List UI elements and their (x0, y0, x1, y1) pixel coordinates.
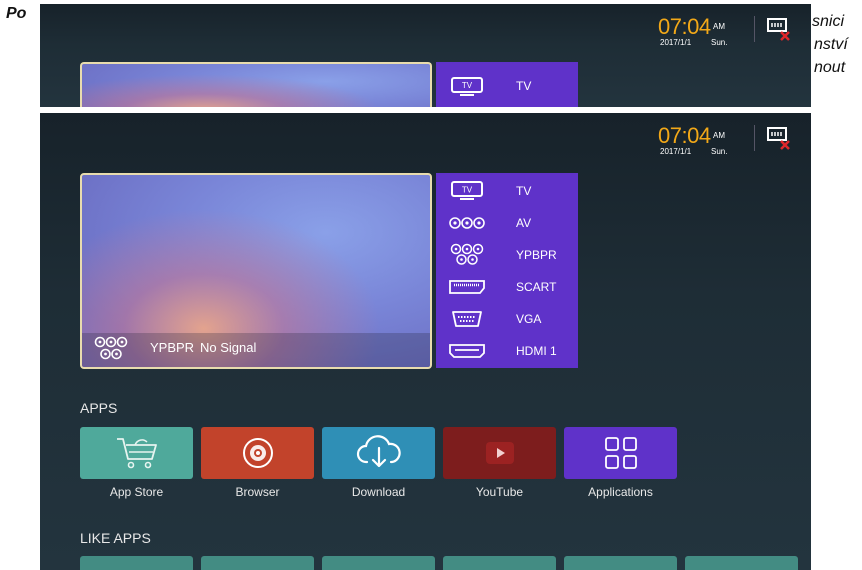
input-item-scart[interactable]: SCART (436, 271, 578, 303)
app-tile-youtube[interactable] (443, 427, 556, 479)
app-tile-download[interactable] (322, 427, 435, 479)
vga-icon (452, 311, 482, 327)
browser-icon (242, 438, 273, 468)
clock-day: Sun. (711, 38, 728, 47)
input-item-vga[interactable]: VGA (436, 303, 578, 335)
tv-icon: TV (451, 181, 483, 200)
ypbpr-icon (450, 243, 484, 265)
clock-day: Sun. (711, 147, 728, 156)
svg-text:TV: TV (462, 81, 473, 90)
clock-date: 2017/1/1 (660, 38, 692, 47)
app-tile-app-store[interactable] (80, 427, 193, 479)
doc-fragment-right-3: nout (814, 59, 846, 76)
input-item-tv[interactable]: TV TV (436, 70, 578, 102)
status-divider (754, 16, 755, 42)
like-app-tile[interactable] (201, 556, 314, 570)
app-tile-browser[interactable] (201, 427, 314, 479)
app-label: Applications (588, 485, 653, 499)
source-preview-cropped[interactable] (80, 62, 432, 107)
input-label: YPBPR (516, 248, 557, 262)
ypbpr-icon (94, 336, 128, 360)
input-label: HDMI 1 (516, 344, 557, 358)
input-label: SCART (516, 280, 557, 294)
youtube-icon (485, 442, 514, 464)
input-label: VGA (516, 312, 542, 326)
grid-icon (604, 437, 637, 469)
tv-icon: TV (451, 77, 483, 96)
clock-time: 07:04 (658, 14, 711, 39)
app-label: Browser (235, 485, 280, 499)
like-app-tile[interactable] (80, 556, 193, 570)
cloud-download-icon (356, 435, 401, 468)
like-apps-section-title: LIKE APPS (80, 530, 151, 546)
app-tile-applications[interactable] (564, 427, 677, 479)
network-disconnected-icon (767, 127, 790, 150)
input-item-av[interactable]: AV (436, 207, 578, 239)
apps-section-title: APPS (80, 400, 118, 416)
like-app-tile[interactable] (443, 556, 556, 570)
doc-fragment-right-2: nství (814, 36, 848, 53)
network-disconnected-icon (767, 18, 790, 41)
input-item-hdmi[interactable]: HDMI 1 (436, 335, 578, 367)
input-item-ypbpr[interactable]: YPBPR (436, 239, 578, 271)
av-icon (449, 217, 485, 229)
status-divider (754, 125, 755, 151)
clock-ampm: AM (713, 131, 725, 140)
clock-time: 07:04 (658, 123, 711, 148)
like-app-tile[interactable] (322, 556, 435, 570)
source-preview[interactable]: YPBPR No Signal (80, 173, 432, 369)
app-label: App Store (109, 485, 164, 499)
tv-screen: 07:04 AM 2017/1/1 Sun. YPBPR No Signal T… (40, 113, 811, 570)
scart-icon (449, 280, 485, 294)
input-label: AV (516, 216, 532, 230)
doc-fragment-right-1: snici (812, 13, 845, 30)
input-source-panel-cropped: TV TV (436, 62, 578, 107)
app-label: YouTube (475, 485, 524, 499)
hdmi-icon (449, 344, 485, 358)
tv-screen-cropped: 07:04 AM 2017/1/1 Sun. TV TV (40, 4, 811, 107)
input-item-tv[interactable]: TV TV (436, 175, 578, 207)
preview-source-name: YPBPR (150, 340, 195, 355)
app-label: Download (351, 485, 406, 499)
input-source-panel: TV TV AV YPBPR SCART VGA HDMI 1 (436, 173, 578, 368)
like-app-tile[interactable] (564, 556, 677, 570)
svg-text:TV: TV (462, 186, 473, 195)
input-label: TV (516, 79, 532, 93)
shopping-cart-icon (116, 438, 157, 469)
doc-fragment-left: Po (6, 5, 27, 22)
clock-ampm: AM (713, 22, 725, 31)
preview-signal-status: No Signal (200, 340, 257, 355)
clock-date: 2017/1/1 (660, 147, 692, 156)
input-label: TV (516, 184, 532, 198)
like-app-tile[interactable] (685, 556, 798, 570)
